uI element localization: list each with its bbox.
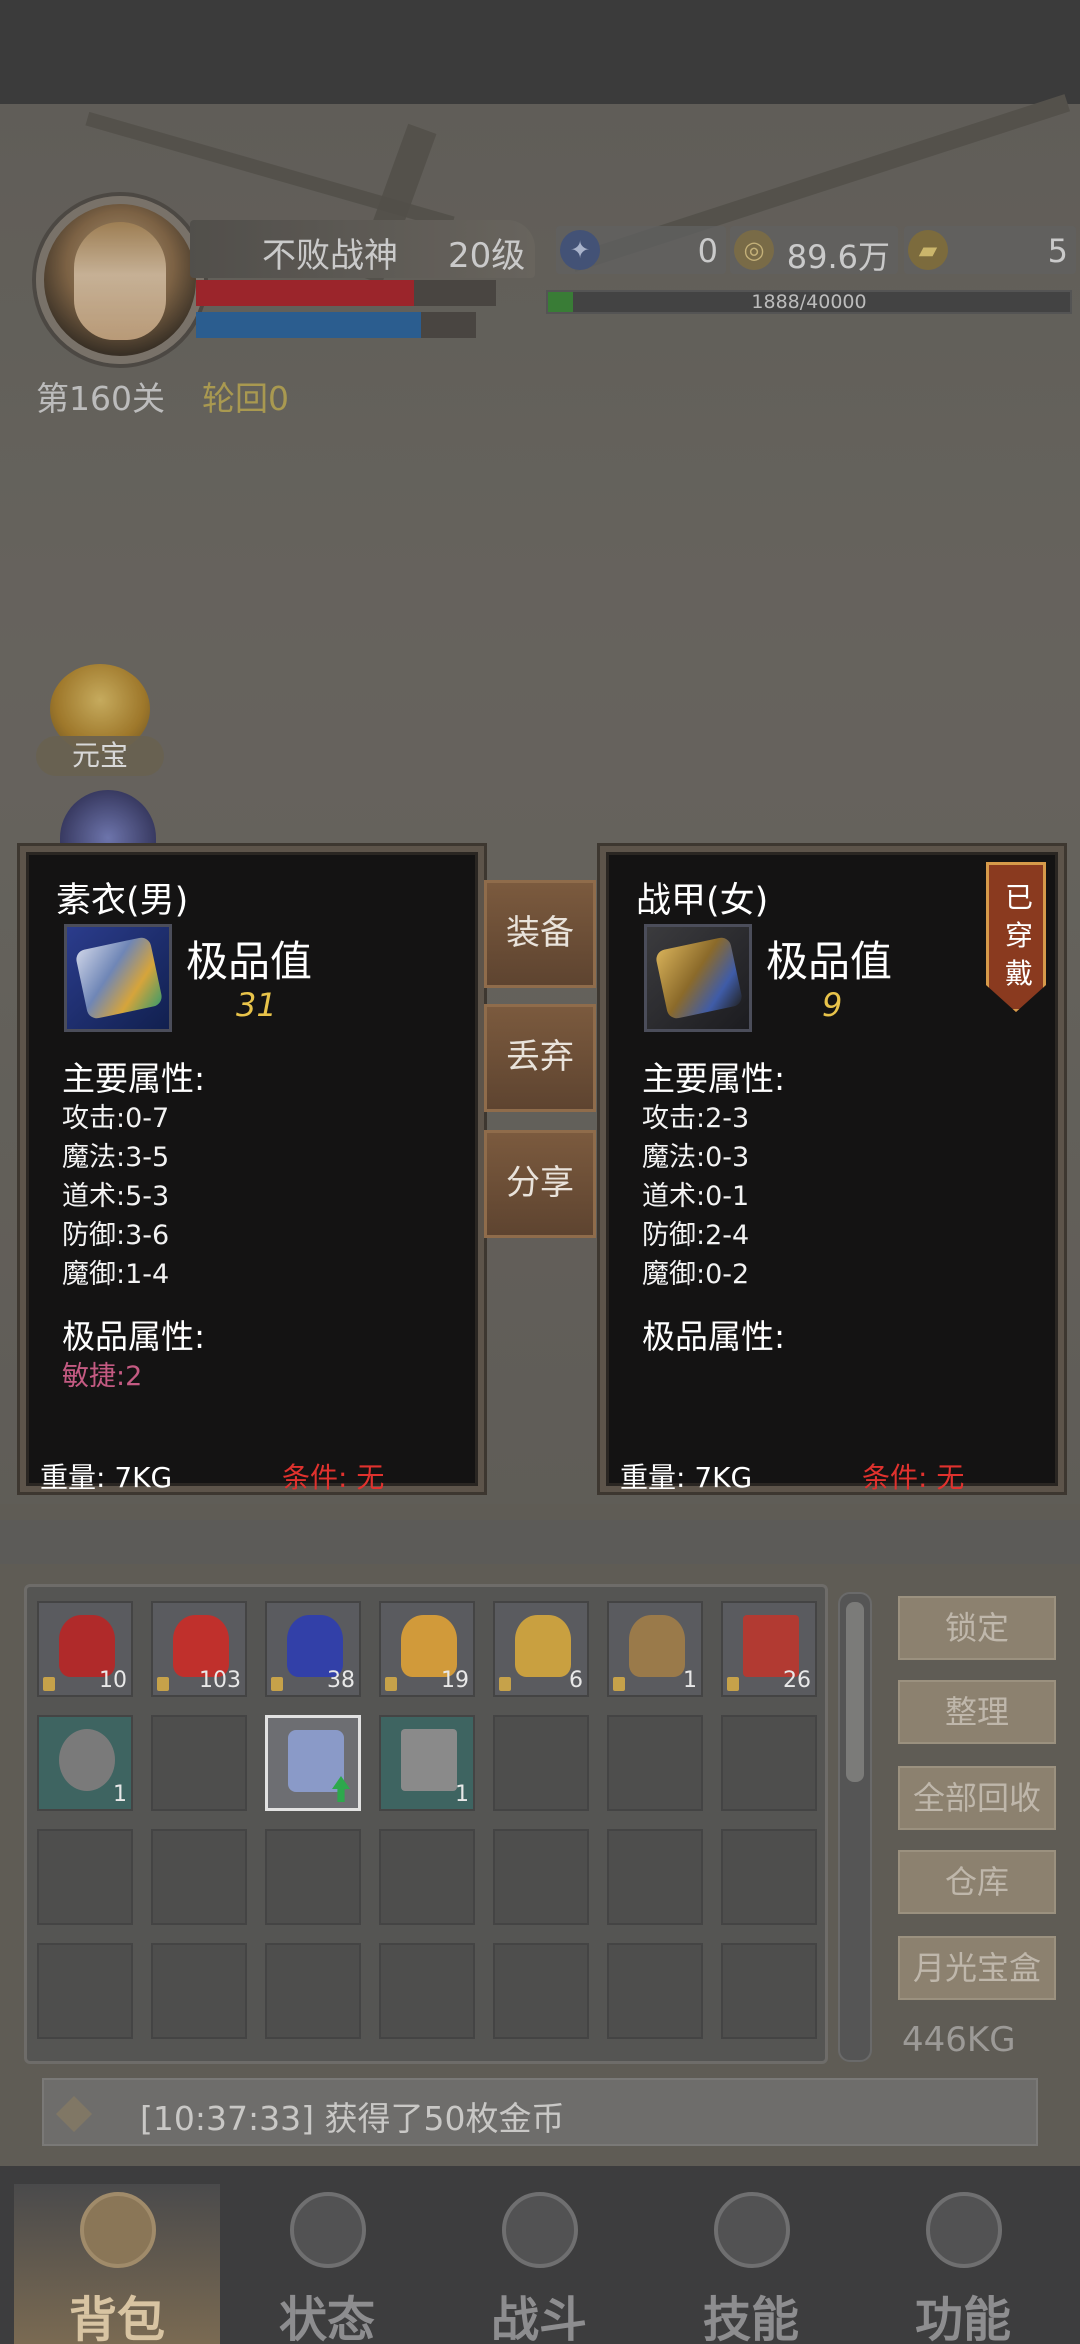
- inventory-slot[interactable]: 38: [265, 1601, 361, 1697]
- stat-line: 魔法:3-5: [62, 1142, 170, 1173]
- inventory-slot-empty[interactable]: [493, 1715, 589, 1811]
- quality-label: 极品值: [766, 937, 893, 986]
- inventory-slot-empty[interactable]: [607, 1715, 703, 1811]
- stat-line: 魔法:0-3: [642, 1142, 750, 1173]
- inventory-slot-empty[interactable]: [607, 1829, 703, 1925]
- inventory-slot-empty[interactable]: [721, 1943, 817, 2039]
- inventory-slot[interactable]: 1: [37, 1715, 133, 1811]
- armor-icon: [288, 1730, 344, 1792]
- stat-line: 防御:2-4: [642, 1220, 750, 1251]
- stat-line: 道术:5-3: [62, 1181, 170, 1212]
- inventory-slot[interactable]: 1: [607, 1601, 703, 1697]
- item-title: 战甲(女): [636, 881, 769, 921]
- armor-icon: [64, 924, 172, 1032]
- skill-icon: [714, 2192, 790, 2268]
- inventory-slot[interactable]: 103: [151, 1601, 247, 1697]
- stat-line: 防御:3-6: [62, 1220, 170, 1251]
- stat-line: 攻击:2-3: [642, 1103, 750, 1134]
- treasure-bag-icon: [515, 1615, 571, 1677]
- sort-button[interactable]: 整理: [898, 1680, 1056, 1744]
- quality-label: 极品值: [186, 937, 313, 986]
- message-log[interactable]: [10:37:33] 获得了50枚金币: [42, 2078, 1038, 2146]
- moonlight-box-button[interactable]: 月光宝盒: [898, 1936, 1056, 2000]
- function-icon: [926, 2192, 1002, 2268]
- lock-icon: [499, 1677, 511, 1691]
- stat-line: 道术:0-1: [642, 1181, 750, 1212]
- stat-line: 攻击:0-7: [62, 1103, 170, 1134]
- inventory-slot-empty[interactable]: [721, 1829, 817, 1925]
- stat-line: 魔御:0-2: [642, 1259, 750, 1290]
- discard-button[interactable]: 丢弃: [484, 1004, 596, 1112]
- scrollbar-thumb[interactable]: [846, 1602, 864, 1782]
- status-icon: [290, 2192, 366, 2268]
- equip-button[interactable]: 装备: [484, 880, 596, 988]
- quality-value: 31: [236, 986, 277, 1024]
- nav-tab-battle[interactable]: 战斗: [436, 2184, 642, 2344]
- nav-tab-bag[interactable]: 背包: [14, 2184, 220, 2344]
- lock-icon: [43, 1677, 55, 1691]
- stat-line: 魔御:1-4: [62, 1259, 170, 1290]
- item-title: 素衣(男): [56, 881, 189, 921]
- item-condition: 条件: 无: [862, 1461, 965, 1494]
- inventory-grid: 10 103 38 19 6 1 26 1 1: [24, 1584, 828, 2064]
- warehouse-button[interactable]: 仓库: [898, 1850, 1056, 1914]
- inventory-scrollbar[interactable]: [838, 1592, 872, 2062]
- necklace-icon: [59, 1729, 115, 1791]
- lock-icon: [157, 1677, 169, 1691]
- total-weight: 446KG: [902, 2020, 1016, 2060]
- inventory-slot-empty[interactable]: [151, 1715, 247, 1811]
- item-detail-card-selected: 素衣(男) 极品值 31 主要属性: 攻击:0-7 魔法:3-5 道术:5-3 …: [20, 846, 484, 1494]
- recycle-all-button[interactable]: 全部回收: [898, 1766, 1056, 1830]
- item-weight: 重量: 7KG: [40, 1461, 173, 1494]
- inventory-slot-empty[interactable]: [37, 1829, 133, 1925]
- inventory-slot-selected[interactable]: [265, 1715, 361, 1811]
- lock-button[interactable]: 锁定: [898, 1596, 1056, 1660]
- bag-icon: [80, 2192, 156, 2268]
- extra-attr-title: 极品属性:: [642, 1317, 786, 1356]
- message-text: [10:37:33] 获得了50枚金币: [140, 2099, 565, 2138]
- inventory-slot[interactable]: 10: [37, 1601, 133, 1697]
- share-button[interactable]: 分享: [484, 1130, 596, 1238]
- nav-tab-function[interactable]: 功能: [860, 2184, 1066, 2344]
- inventory-slot[interactable]: 1: [379, 1715, 475, 1811]
- nav-tab-status[interactable]: 状态: [224, 2184, 430, 2344]
- inventory-slot-empty[interactable]: [151, 1829, 247, 1925]
- ore-icon: [629, 1615, 685, 1677]
- inventory-slot-empty[interactable]: [493, 1829, 589, 1925]
- lock-icon: [385, 1677, 397, 1691]
- lock-icon: [727, 1677, 739, 1691]
- nav-tab-skill[interactable]: 技能: [648, 2184, 854, 2344]
- item-detail-card-worn: 战甲(女) 极品值 9 主要属性: 攻击:2-3 魔法:0-3 道术:0-1 防…: [600, 846, 1064, 1494]
- lock-icon: [613, 1677, 625, 1691]
- inventory-slot[interactable]: 19: [379, 1601, 475, 1697]
- quality-value: 9: [822, 986, 843, 1024]
- inventory-slot[interactable]: 6: [493, 1601, 589, 1697]
- diamond-icon: [56, 2096, 92, 2132]
- inventory-slot[interactable]: 26: [721, 1601, 817, 1697]
- inventory-slot-empty[interactable]: [493, 1943, 589, 2039]
- extra-attr-title: 极品属性:: [62, 1317, 206, 1356]
- armor-icon: [644, 924, 752, 1032]
- inventory-slot-empty[interactable]: [721, 1715, 817, 1811]
- main-attr-title: 主要属性:: [642, 1059, 786, 1098]
- inventory-slot-empty[interactable]: [379, 1829, 475, 1925]
- inventory-slot-empty[interactable]: [379, 1943, 475, 2039]
- item-weight: 重量: 7KG: [620, 1461, 753, 1494]
- lock-icon: [271, 1677, 283, 1691]
- inventory-slot-empty[interactable]: [265, 1829, 361, 1925]
- battle-icon: [502, 2192, 578, 2268]
- item-condition: 条件: 无: [282, 1461, 385, 1494]
- bottom-nav: 背包 状态 战斗 技能 功能: [0, 2166, 1080, 2344]
- hammer-icon: [401, 1729, 457, 1791]
- extra-stat-line: 敏捷:2: [62, 1361, 143, 1392]
- inventory-slot-empty[interactable]: [37, 1943, 133, 2039]
- status-bar-area: [0, 0, 1080, 104]
- worn-badge: 已穿戴: [986, 862, 1046, 1012]
- main-attr-title: 主要属性:: [62, 1059, 206, 1098]
- inventory-slot-empty[interactable]: [607, 1943, 703, 2039]
- inventory-slot-empty[interactable]: [151, 1943, 247, 2039]
- panel-divider: [0, 1520, 1080, 1564]
- inventory-slot-empty[interactable]: [265, 1943, 361, 2039]
